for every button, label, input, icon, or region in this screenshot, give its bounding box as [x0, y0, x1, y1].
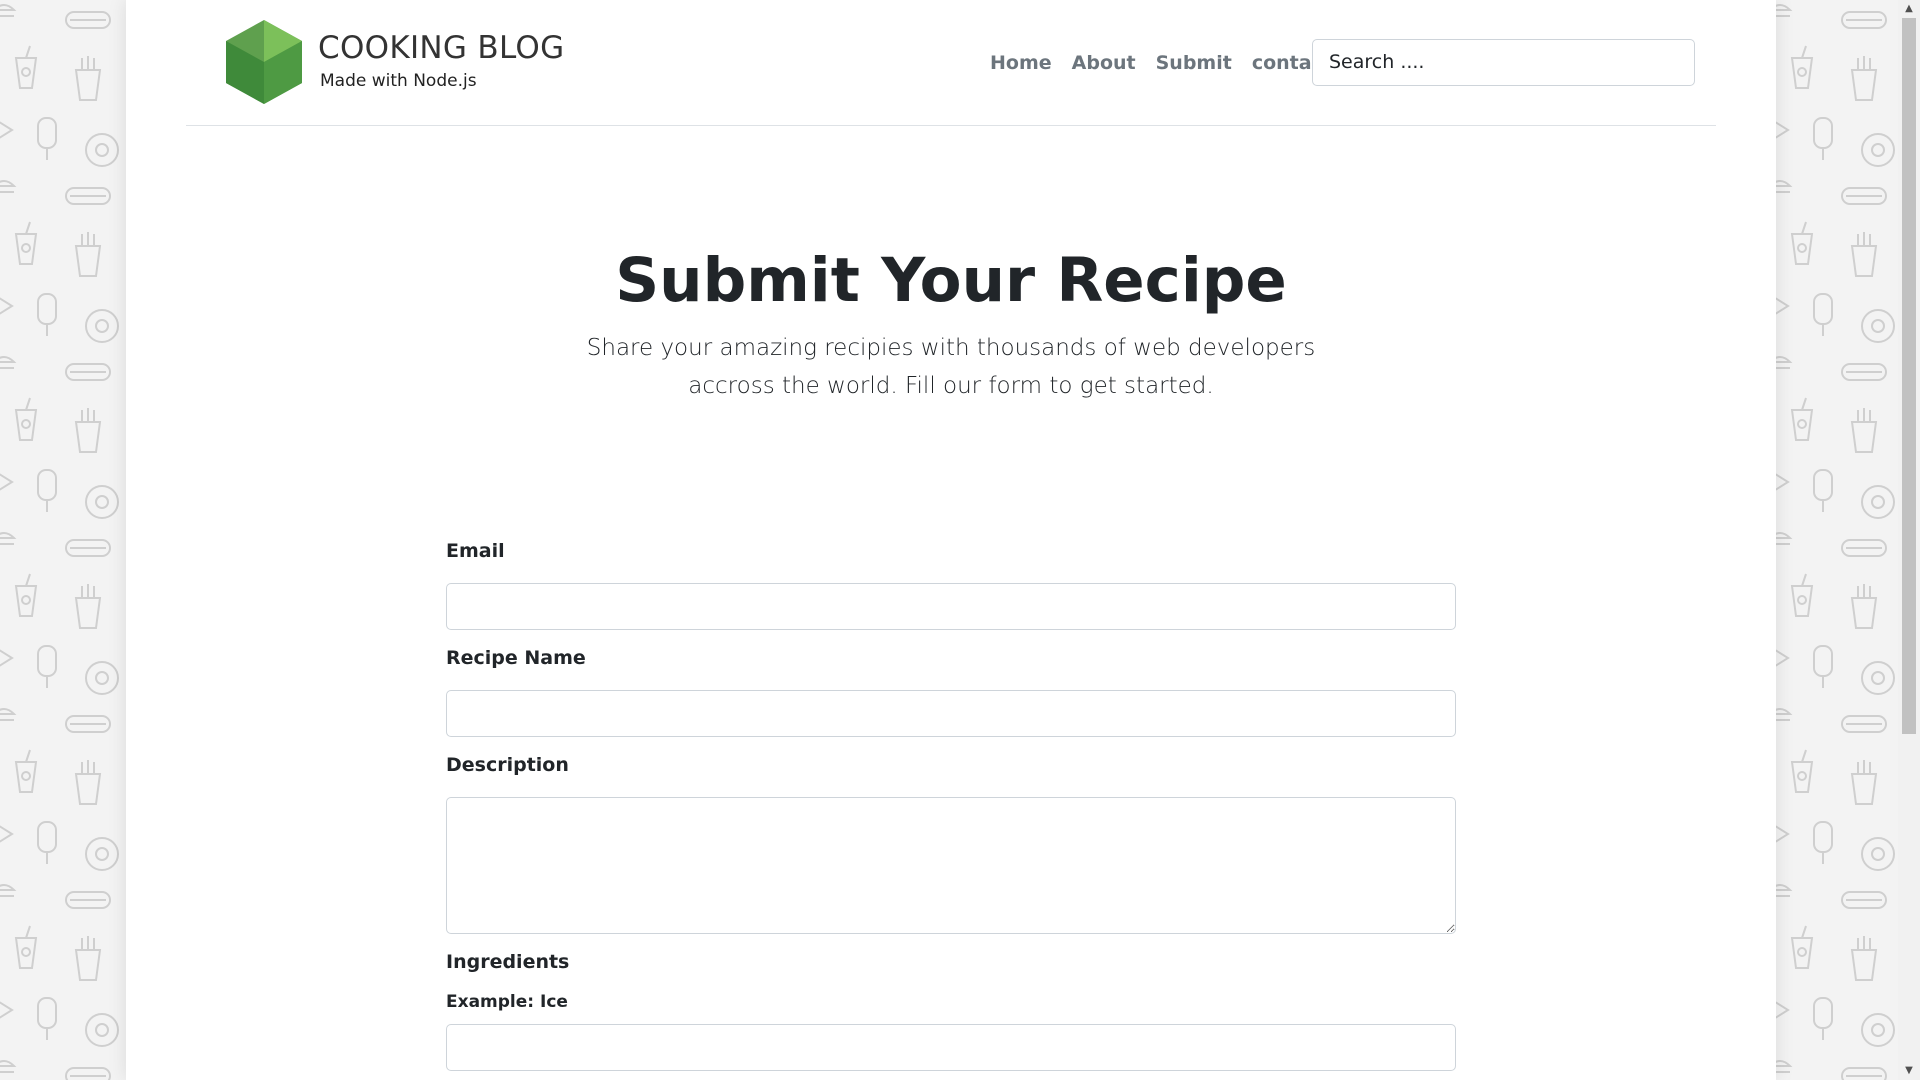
search-input[interactable]: Search ....: [1312, 39, 1695, 86]
page-container: COOKING BLOG Made with Node.js Home Abou…: [126, 0, 1776, 1080]
page-title: Submit Your Recipe: [615, 245, 1287, 316]
email-field[interactable]: [446, 583, 1456, 630]
ingredients-example-label: Example: Ice: [446, 992, 568, 1012]
brand-subtitle: Made with Node.js: [320, 71, 477, 91]
recipe-name-label: Recipe Name: [446, 647, 586, 669]
nodejs-hexagon-icon[interactable]: [226, 20, 302, 104]
page-lead: Share your amazing recipies with thousan…: [586, 335, 1316, 399]
nav-link-submit[interactable]: Submit: [1146, 50, 1242, 76]
nav-link-home[interactable]: Home: [980, 50, 1062, 76]
scroll-down-arrow-icon[interactable]: ▼: [1903, 1064, 1915, 1078]
page-scrollbar[interactable]: ▲ ▼: [1898, 0, 1920, 1080]
background-pattern-left: [0, 0, 126, 1080]
nav-link-about[interactable]: About: [1062, 50, 1146, 76]
recipe-name-field[interactable]: [446, 690, 1456, 737]
description-label: Description: [446, 754, 569, 776]
scrollbar-thumb[interactable]: [1902, 18, 1916, 734]
email-label: Email: [446, 540, 505, 562]
site-header: COOKING BLOG Made with Node.js Home Abou…: [186, 0, 1716, 126]
ingredients-label: Ingredients: [446, 951, 570, 973]
background-pattern-right: [1776, 0, 1898, 1080]
scroll-up-arrow-icon[interactable]: ▲: [1903, 2, 1915, 16]
description-field[interactable]: [446, 797, 1456, 934]
ingredient-field[interactable]: [446, 1024, 1456, 1071]
brand-title[interactable]: COOKING BLOG: [318, 30, 564, 66]
main-nav: Home About Submit contact: [980, 50, 1342, 76]
